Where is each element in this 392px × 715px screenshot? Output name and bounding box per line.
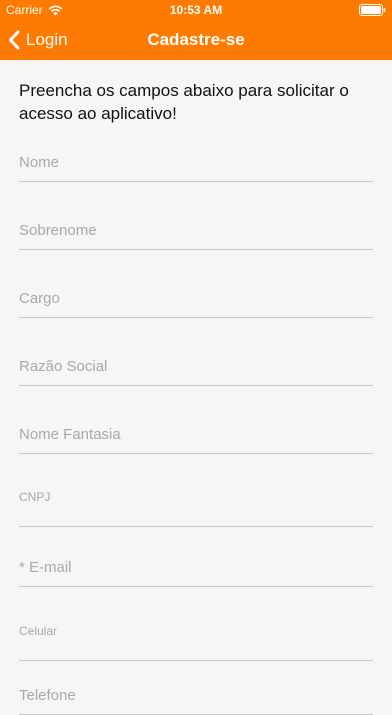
- cnpj-input[interactable]: [19, 482, 373, 512]
- company-name-input[interactable]: [19, 351, 373, 381]
- job-title-field: [19, 283, 373, 318]
- company-name-field: [19, 351, 373, 386]
- job-title-input[interactable]: [19, 283, 373, 313]
- mobile-phone-field: [19, 616, 373, 661]
- page-title: Cadastre-se: [147, 30, 245, 49]
- form-intro-text: Preencha os campos abaixo para solicitar…: [19, 81, 349, 123]
- first-name-input[interactable]: [19, 147, 373, 177]
- telephone-field: [19, 680, 373, 715]
- navigation-bar: Login Cadastre-se: [0, 20, 392, 60]
- status-time: 10:53 AM: [169, 3, 223, 17]
- last-name-input[interactable]: [19, 215, 373, 245]
- registration-form: Preencha os campos abaixo para solicitar…: [0, 60, 392, 715]
- first-name-field: [19, 147, 373, 182]
- top-bar: Carrier 10:53 AM Login Cadastre-se: [0, 0, 392, 60]
- mobile-phone-input[interactable]: [19, 616, 373, 646]
- email-field: [19, 552, 373, 587]
- cnpj-field: [19, 482, 373, 527]
- last-name-field: [19, 215, 373, 250]
- status-bar: Carrier 10:53 AM: [0, 0, 392, 20]
- email-input[interactable]: [19, 552, 373, 582]
- battery-icon: [359, 4, 386, 16]
- trade-name-input[interactable]: [19, 419, 373, 449]
- trade-name-field: [19, 419, 373, 454]
- telephone-input[interactable]: [19, 680, 373, 710]
